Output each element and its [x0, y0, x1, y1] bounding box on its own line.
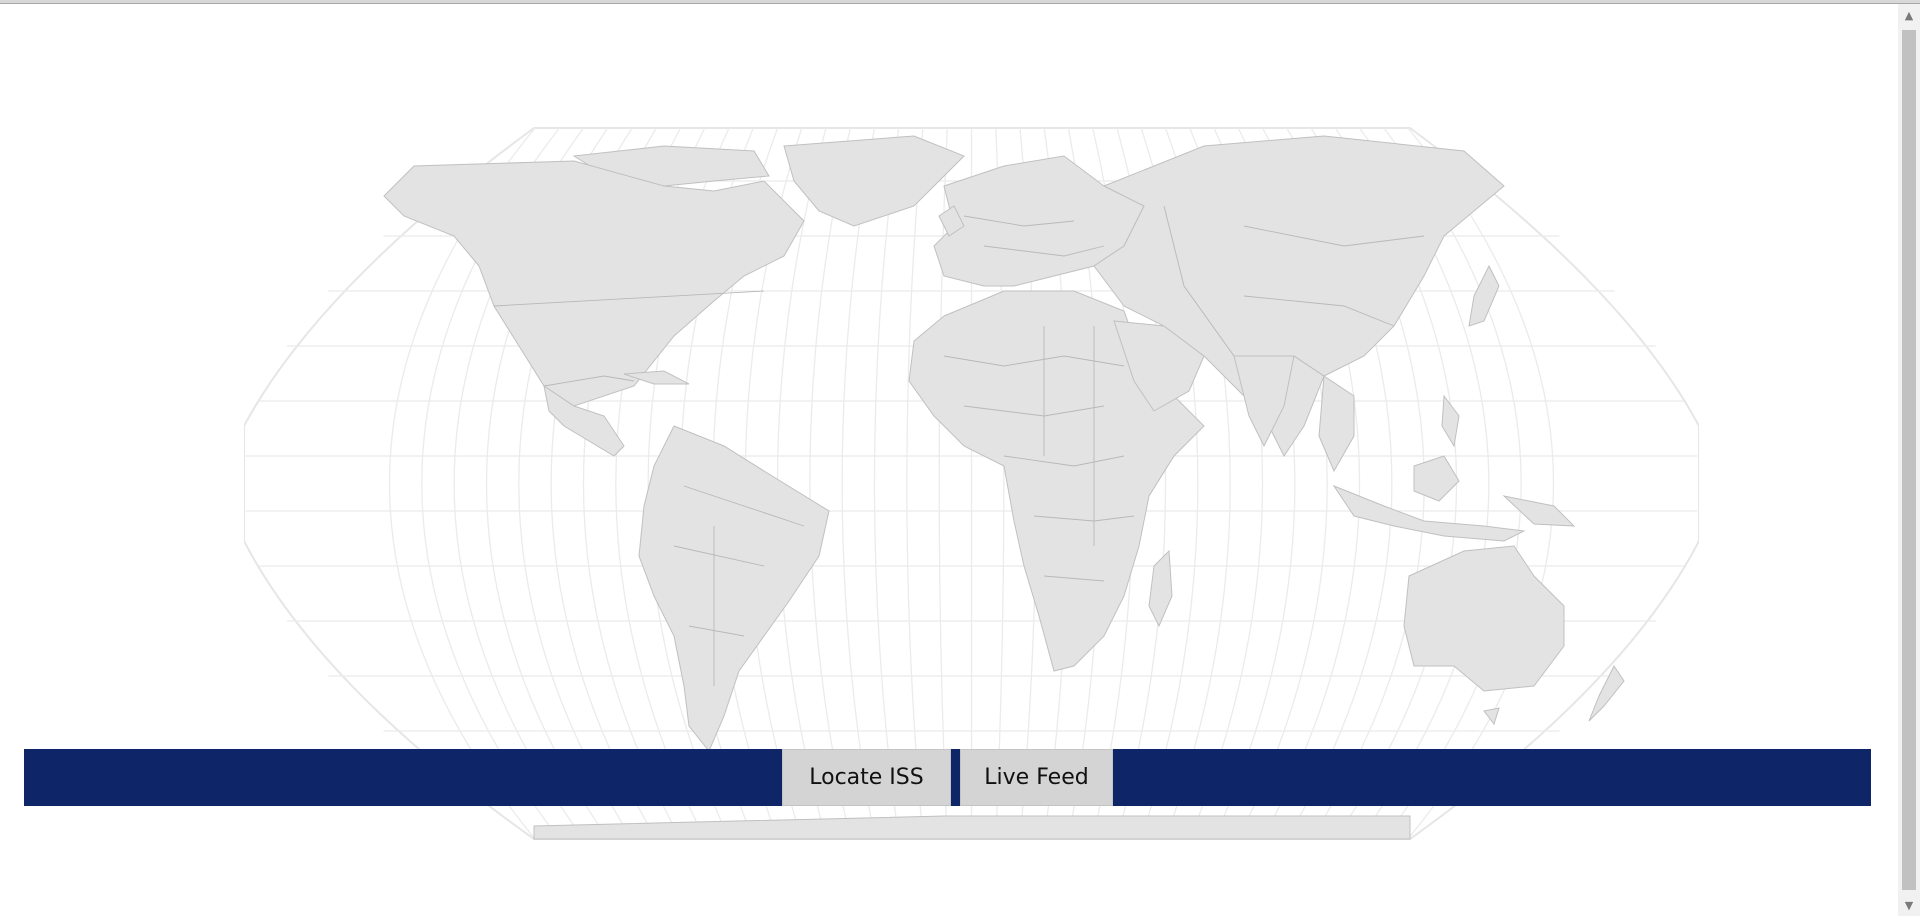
vertical-scrollbar[interactable]: ▲ ▼ [1898, 4, 1920, 916]
arrow-down-icon[interactable]: ▼ [1898, 896, 1920, 916]
scrollbar-thumb[interactable] [1902, 30, 1916, 890]
locate-iss-button[interactable]: Locate ISS [782, 749, 951, 806]
arrow-up-icon[interactable]: ▲ [1898, 6, 1920, 26]
page-viewport: Locate ISS Live Feed ▲ ▼ [0, 0, 1920, 916]
world-map [244, 126, 1699, 841]
window-top-border [0, 0, 1920, 4]
live-feed-button[interactable]: Live Feed [960, 749, 1113, 806]
world-map-svg [244, 127, 1699, 840]
